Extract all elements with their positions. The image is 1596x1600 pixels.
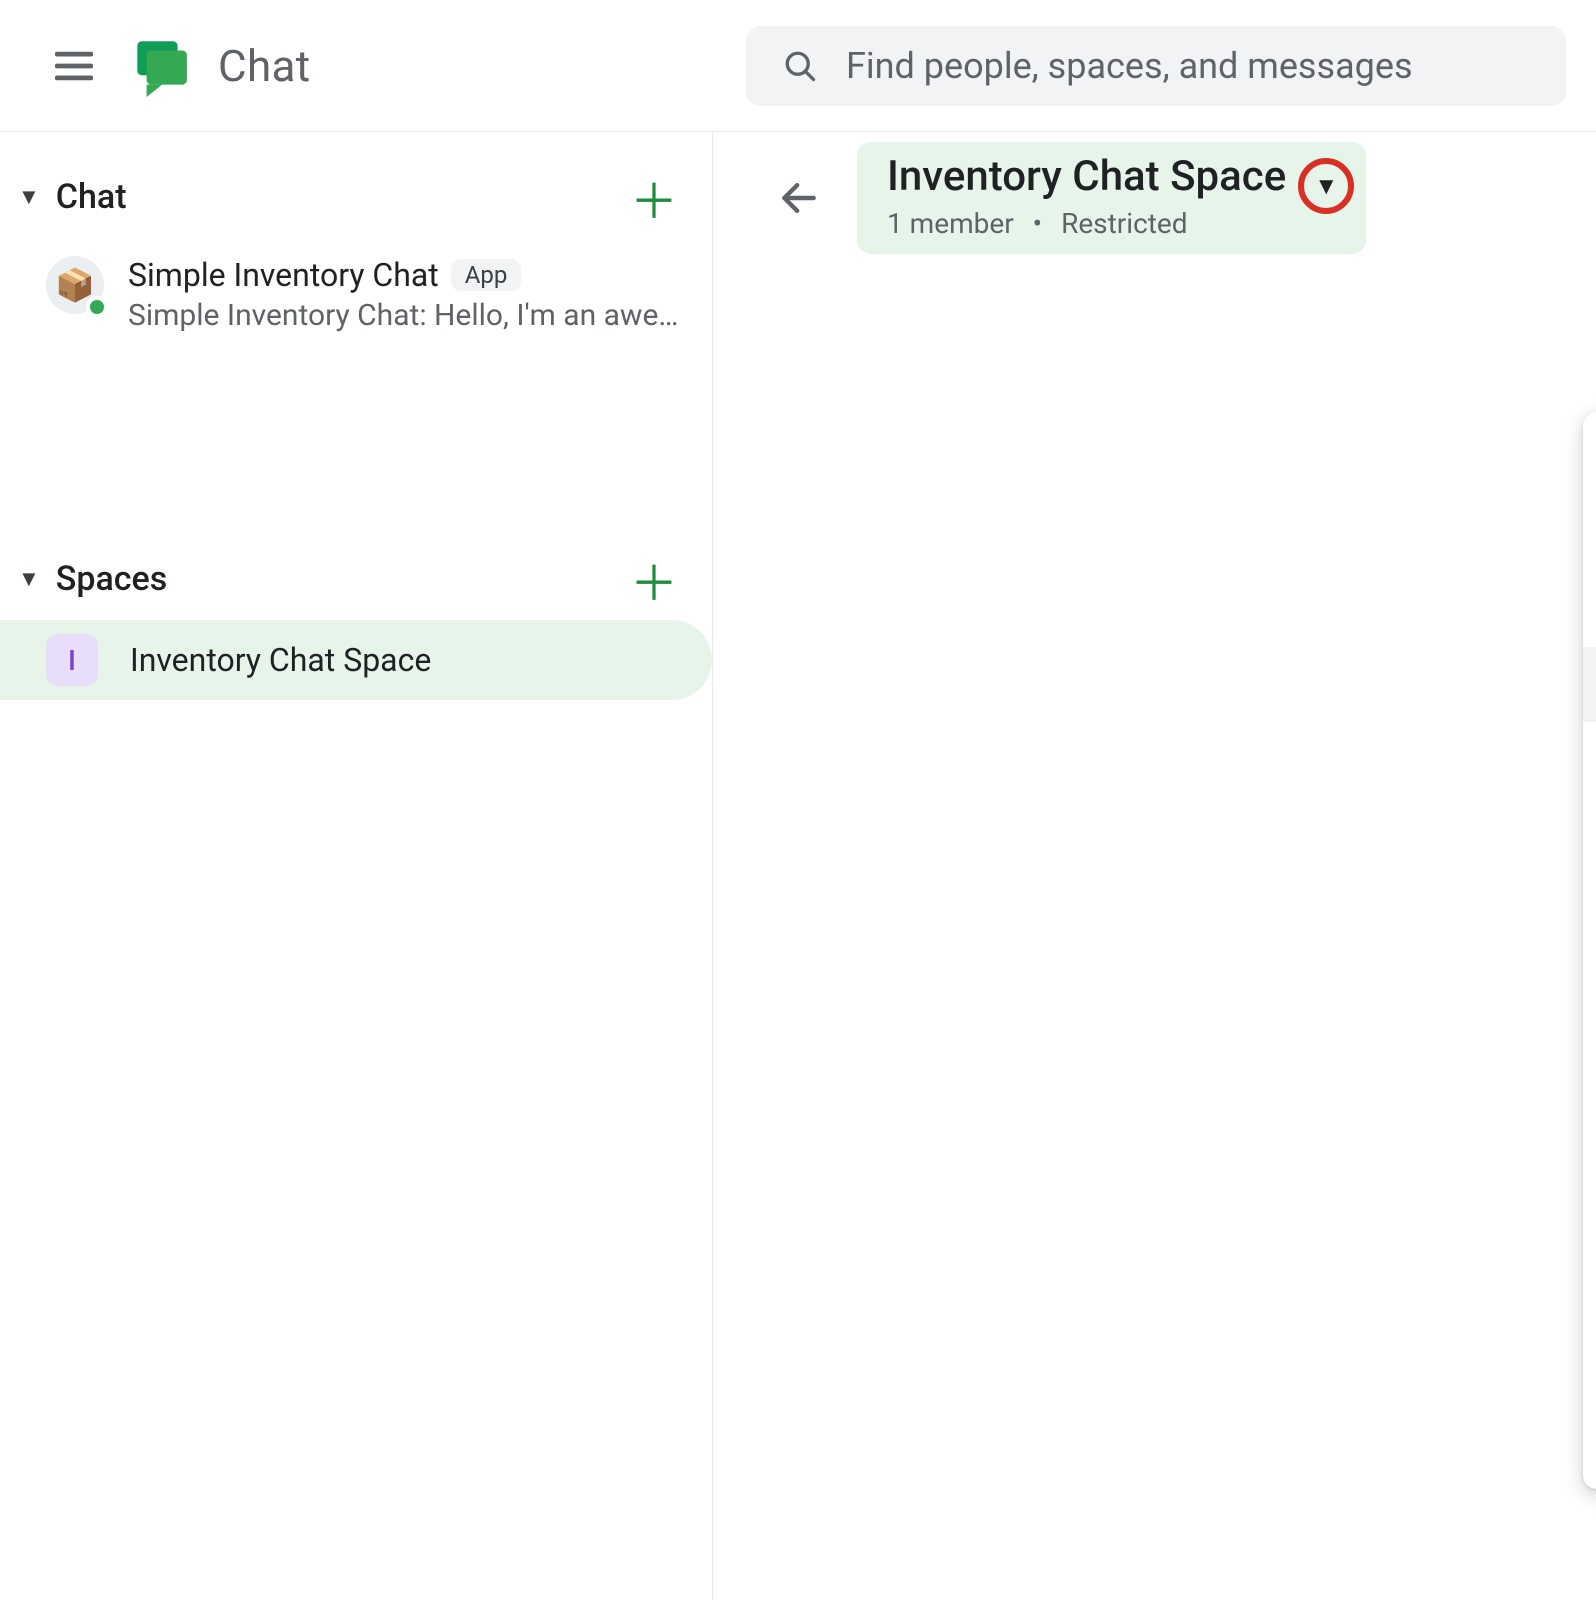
- chat-logo-icon: [128, 35, 190, 97]
- chat-section-header[interactable]: ▼ Chat ＋: [0, 156, 712, 238]
- app-logo[interactable]: Chat: [128, 35, 310, 97]
- space-member-count: 1 member: [887, 207, 1014, 240]
- spaces-section-label: Spaces: [56, 559, 167, 599]
- menu-apps-integrations[interactable]: Apps & integrations: [1583, 647, 1596, 722]
- chat-item-avatar: 📦: [46, 256, 104, 314]
- space-dropdown-menu: Manage members Space settings Space deta…: [1583, 412, 1596, 1489]
- menu-notifications[interactable]: Notifications All: [1583, 901, 1596, 1017]
- spaces-section-header[interactable]: ▼ Spaces ＋: [0, 538, 712, 620]
- back-button[interactable]: [777, 176, 821, 220]
- main-pane: Inventory Chat Space 1 member • Restrict…: [713, 132, 1596, 1600]
- main-menu-button[interactable]: [50, 42, 98, 90]
- search-icon: [782, 48, 818, 84]
- space-visibility: Restricted: [1061, 207, 1187, 240]
- search-input[interactable]: Find people, spaces, and messages: [746, 26, 1566, 106]
- space-title: Inventory Chat Space: [887, 152, 1286, 201]
- menu-pin[interactable]: Pin: [1583, 826, 1596, 901]
- app-header: Chat Find people, spaces, and messages: [0, 0, 1596, 132]
- chat-item-title: Simple Inventory Chat: [128, 256, 439, 294]
- space-item-label: Inventory Chat Space: [130, 641, 431, 679]
- chat-item-preview: Simple Inventory Chat: Hello, I'm an awe…: [128, 298, 678, 333]
- menu-delete[interactable]: Delete Delete space and all of its conte…: [1583, 1312, 1596, 1463]
- arrow-left-icon: [777, 176, 821, 220]
- menu-space-settings[interactable]: Space settings: [1583, 497, 1596, 572]
- collapse-icon: ▼: [18, 184, 40, 210]
- space-avatar: I: [46, 634, 98, 686]
- app-name-label: Chat: [218, 40, 310, 92]
- menu-mark-unread[interactable]: Mark as unread: [1583, 751, 1596, 826]
- new-chat-button[interactable]: ＋: [630, 162, 678, 232]
- separator: •: [1021, 207, 1054, 240]
- menu-block[interactable]: Block this space: [1583, 1237, 1596, 1312]
- sidebar: ▼ Chat ＋ 📦 Simple Inventory Chat App Sim…: [0, 132, 713, 1600]
- hamburger-icon: [55, 51, 93, 81]
- space-list-item[interactable]: I Inventory Chat Space: [0, 620, 712, 700]
- menu-leave[interactable]: Leave: [1583, 1162, 1596, 1237]
- presence-indicator: [86, 296, 108, 318]
- new-space-button[interactable]: ＋: [630, 544, 678, 614]
- menu-turn-off-history[interactable]: Turn off history Deletes new messages in…: [1583, 1017, 1596, 1133]
- search-placeholder: Find people, spaces, and messages: [846, 45, 1413, 87]
- chat-list-item[interactable]: 📦 Simple Inventory Chat App Simple Inven…: [0, 238, 712, 351]
- space-menu-toggle[interactable]: ▼: [1298, 158, 1354, 214]
- menu-manage-members[interactable]: Manage members: [1583, 422, 1596, 497]
- caret-down-icon: ▼: [1314, 172, 1338, 201]
- chat-section-label: Chat: [56, 177, 127, 217]
- app-badge: App: [451, 259, 522, 291]
- space-header-chip[interactable]: Inventory Chat Space 1 member • Restrict…: [857, 142, 1366, 254]
- collapse-icon: ▼: [18, 566, 40, 592]
- menu-space-details[interactable]: Space details: [1583, 572, 1596, 647]
